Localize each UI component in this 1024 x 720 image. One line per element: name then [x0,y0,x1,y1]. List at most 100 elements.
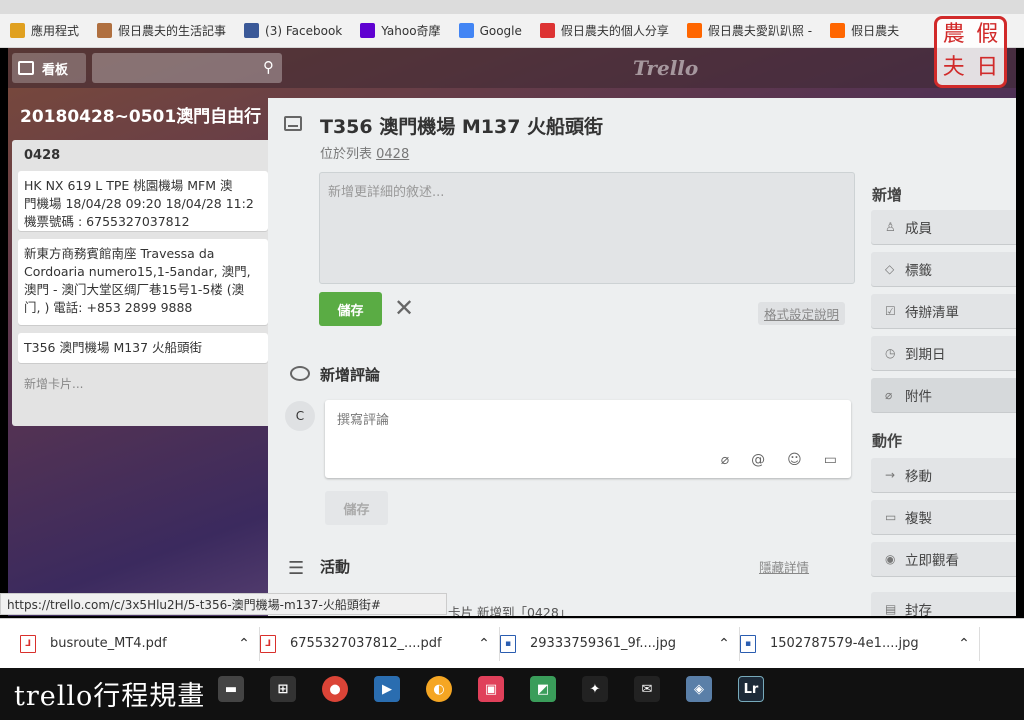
add-heading: 新增 [872,186,903,204]
description-textarea[interactable]: 新增更詳細的敘述... [319,172,855,284]
download-item[interactable]: ⅃ busroute_MT4.pdf ⌃ [20,626,260,661]
bookmark-item[interactable]: Google [458,23,522,38]
attachment-icon: ⌀ [885,388,893,402]
stamp-char: 農 [942,22,965,47]
list-card[interactable]: T356 澳門機場 M137 火船頭街 [18,333,268,363]
yahoo-icon [360,23,376,38]
chevron-up-icon[interactable]: ⌃ [709,636,739,652]
mention-icon[interactable]: @ [751,452,765,468]
status-bar-url: https://trello.com/c/3x5Hlu2H/5-t356-澳門機… [0,593,447,615]
download-shelf: ⅃ busroute_MT4.pdf ⌃ ⅃ 6755327037812_....pdf… [0,618,1024,668]
card-link-icon[interactable]: ▭ [824,452,837,468]
in-list-prefix: 位於列表 [320,147,377,162]
copy-label: 複製 [905,511,932,527]
add-comment-heading: 新增評論 [320,366,381,384]
store-icon[interactable]: ⊞ [270,676,296,702]
card-detail-modal: T356 澳門機場 M137 火船頭街 位於列表 0428 新增更詳細的敘述..… [268,98,1016,616]
image-editor-icon[interactable]: ◩ [530,676,556,702]
lightroom-icon[interactable]: Lr [738,676,764,702]
facebook-icon [244,23,260,38]
pdf-file-icon: ⅃ [260,634,276,653]
checklist-icon: ☑ [885,304,896,318]
search-input[interactable]: ⚲ [92,53,282,83]
notebook-icon[interactable]: ◈ [686,676,712,702]
labels-label: 標籤 [905,263,932,279]
members-label: 成員 [905,221,932,237]
chevron-up-icon[interactable]: ⌃ [949,636,979,652]
bookmark-item[interactable]: 假日農夫愛趴趴照 - [686,22,812,39]
app-icon[interactable]: ◐ [426,676,452,702]
download-item[interactable]: ⅃ 6755327037812_....pdf ⌃ [260,626,500,661]
mail-icon[interactable]: ✉ [634,676,660,702]
pixnet-icon [830,23,846,38]
hide-details-link[interactable]: 隱藏詳情 [759,557,809,576]
card-icon [284,116,302,131]
list-card[interactable]: 新東方商務賓館南座 Travessa da Cordoaria numero15… [18,239,268,325]
watch-button[interactable]: ◉ 立即觀看 [871,542,1016,576]
copy-icon: ▭ [885,510,897,524]
bookmark-label: 假日農夫的個人分享 [560,24,669,38]
search-icon[interactable]: ⚲ [263,58,274,76]
download-item[interactable]: ▪ 29333759361_9f....jpg ⌃ [500,626,740,661]
file-explorer-icon[interactable]: ▬ [218,676,244,702]
screen: 應用程式 假日農夫的生活記事 (3) Facebook Yahoo奇摩 Google 假日… [0,0,1024,720]
format-help-link[interactable]: 格式設定說明 [758,302,846,325]
label-icon: ◇ [885,262,895,276]
move-button[interactable]: → 移動 [871,458,1016,492]
add-card-link[interactable]: 新增卡片... [18,371,268,396]
checklist-label: 待辦清單 [905,305,959,321]
farmer-avatar-icon [97,23,113,38]
chevron-up-icon[interactable]: ⌃ [229,636,259,652]
boards-icon [18,61,34,75]
chrome-icon[interactable]: ● [322,676,348,702]
avatar[interactable]: C [285,401,315,431]
list-name[interactable]: 0428 [18,146,268,171]
download-item[interactable]: ▪ 1502787579-4e1....jpg ⌃ [740,626,980,661]
members-button[interactable]: ♙ 成員 [871,210,1016,244]
bookmark-item[interactable]: 假日農夫的個人分享 [539,22,669,39]
boards-button[interactable]: 看板 [12,53,86,83]
photo-app-icon[interactable]: ▣ [478,676,504,702]
board-title[interactable]: 20180428~0501澳門自由行 [20,102,261,127]
bookmark-label: 應用程式 [31,24,80,38]
copy-button[interactable]: ▭ 複製 [871,500,1016,534]
attachment-button[interactable]: ⌀ 附件 [871,378,1016,412]
attachment-icon[interactable]: ⌀ [721,452,729,468]
media-player-icon[interactable]: ▶ [374,676,400,702]
in-list-link[interactable]: 0428 [376,147,409,162]
comment-toolbar: ⌀ @ ☺ ▭ [721,452,837,468]
bookmark-item[interactable]: 假日農夫 [830,22,899,39]
member-icon: ♙ [885,220,896,234]
watermark-text: trello行程規畫 [14,681,206,712]
pdf-file-icon: ⅃ [20,634,36,653]
archive-label: 封存 [905,603,932,616]
arrow-right-icon: → [885,468,896,482]
save-comment-button[interactable]: 儲存 [325,491,388,525]
color-app-icon[interactable]: ✦ [582,676,608,702]
blog-icon [686,23,702,38]
bookmark-item[interactable]: 應用程式 [10,22,79,39]
clock-icon: ◷ [885,346,896,360]
chevron-up-icon[interactable]: ⌃ [469,636,499,652]
checklist-button[interactable]: ☑ 待辦清單 [871,294,1016,328]
bookmark-label: Yahoo奇摩 [381,24,441,38]
list-card[interactable]: HK NX 619 L TPE 桃園機場 MFM 澳 門機場 18/04/28 … [18,171,268,231]
comment-input[interactable]: 撰寫評論 ⌀ @ ☺ ▭ [325,400,851,478]
bookmark-label: 假日農夫 [851,24,900,38]
trello-logo[interactable]: Trello [633,56,698,80]
save-description-button[interactable]: 儲存 [319,292,382,326]
trello-header: 看板 ⚲ Trello [8,48,1016,88]
card-title[interactable]: T356 澳門機場 M137 火船頭街 [320,112,603,139]
due-date-button[interactable]: ◷ 到期日 [871,336,1016,370]
bookmark-item[interactable]: 假日農夫的生活記事 [97,22,226,39]
labels-button[interactable]: ◇ 標籤 [871,252,1016,286]
comment-icon [290,366,310,381]
attachment-label: 附件 [905,389,932,405]
emoji-icon[interactable]: ☺ [787,452,802,468]
bookmark-item[interactable]: (3) Facebook [244,23,342,38]
bookmark-item[interactable]: Yahoo奇摩 [360,22,441,39]
close-icon[interactable]: ✕ [394,294,414,322]
download-filename: 1502787579-4e1....jpg [770,636,919,651]
archive-button[interactable]: ▤ 封存 [871,592,1016,616]
watch-label: 立即觀看 [905,553,959,569]
